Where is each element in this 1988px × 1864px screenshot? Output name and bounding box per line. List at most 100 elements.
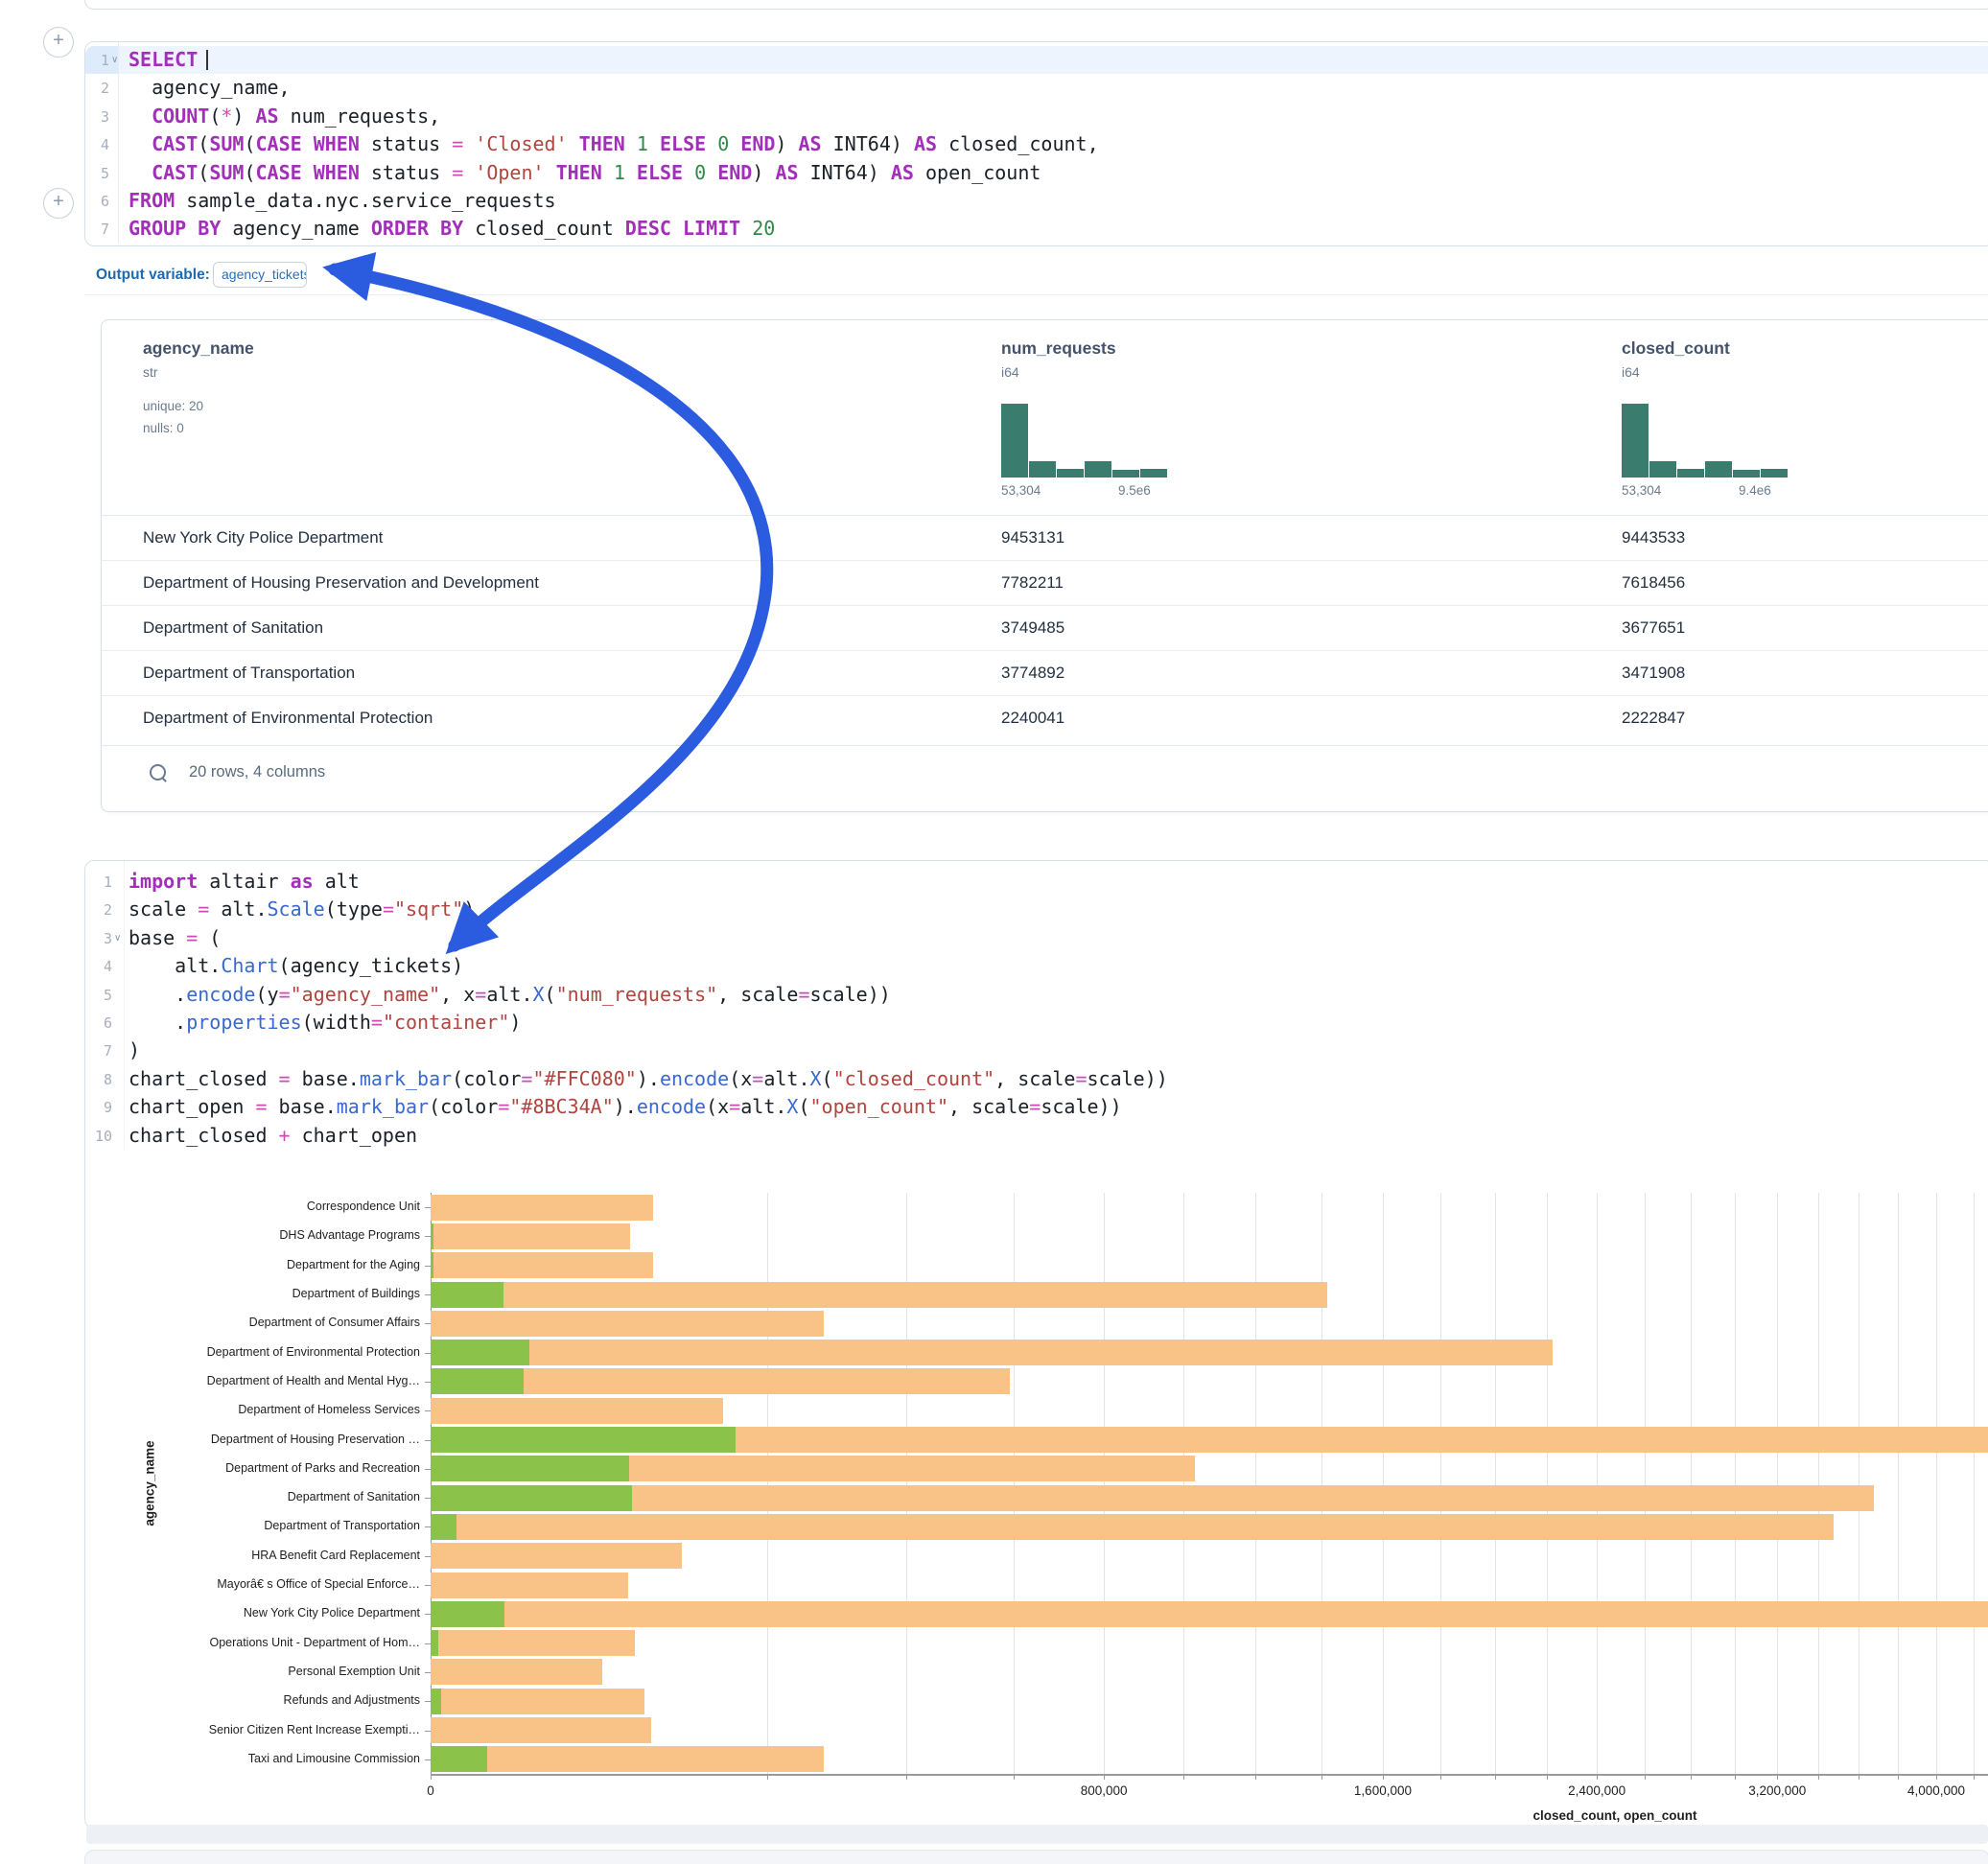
line-number: 6 (87, 1014, 112, 1032)
gridline (906, 1193, 907, 1774)
bar-open-count (431, 1427, 736, 1453)
cell-value: 3677651 (1622, 618, 1685, 638)
gridline (1974, 1193, 1975, 1774)
gridline (1597, 1193, 1598, 1774)
cell-separator (84, 294, 1988, 295)
category-label: Department of Housing Preservation … (162, 1433, 420, 1446)
gridline (1818, 1193, 1819, 1774)
cell-value: 3749485 (1001, 618, 1064, 638)
x-axis-line (431, 1774, 1988, 1776)
y-tick (425, 1526, 431, 1527)
bar-closed-count (431, 1252, 653, 1278)
row-separator (102, 695, 1988, 696)
line-number: 7 (87, 1042, 112, 1060)
bar-closed-count (431, 1282, 1327, 1308)
gridline (1495, 1193, 1496, 1774)
category-label: Department of Parks and Recreation (162, 1461, 420, 1475)
collapsed-cell-band[interactable] (86, 1825, 1988, 1844)
code-line: alt.Chart(agency_tickets) (129, 952, 463, 980)
cell-value: 3471908 (1622, 664, 1685, 683)
histogram-bar (1029, 461, 1056, 478)
category-label: Department of Sanitation (162, 1490, 420, 1503)
column-header-num_requests[interactable]: num_requests (1001, 338, 1116, 359)
gridline (767, 1193, 768, 1774)
bar-closed-count (431, 1689, 644, 1714)
python-cell[interactable]: 1import altair as alt2scale = alt.Scale(… (84, 860, 1988, 1829)
column-histogram (1001, 404, 1174, 478)
line-number: 7 (84, 221, 109, 238)
cell-agency-name: Department of Transportation (143, 664, 355, 683)
row-separator (102, 560, 1988, 561)
histogram-max-label: 9.4e6 (1739, 483, 1771, 498)
category-label: DHS Advantage Programs (162, 1228, 420, 1242)
add-cell-button-middle[interactable]: + (43, 188, 74, 219)
bar-closed-count (431, 1223, 630, 1249)
y-tick (425, 1498, 431, 1499)
bar-open-count (431, 1746, 487, 1772)
bar-open-count (431, 1630, 438, 1656)
bar-closed-count (431, 1398, 723, 1424)
add-cell-button-top[interactable]: + (43, 27, 74, 58)
gridline (1183, 1193, 1184, 1774)
chevron-down-icon[interactable]: ∨ (114, 933, 121, 944)
gridline (1898, 1193, 1899, 1774)
line-number: 5 (84, 165, 109, 182)
active-line-highlight (118, 46, 1988, 74)
y-tick (425, 1353, 431, 1354)
column-header-closed_count[interactable]: closed_count (1622, 338, 1730, 359)
category-label: Department of Consumer Affairs (162, 1316, 420, 1329)
previous-cell-edge (84, 0, 1988, 10)
gridline (1440, 1193, 1441, 1774)
y-axis-line (431, 1193, 432, 1774)
y-tick (425, 1672, 431, 1673)
category-label: Department of Buildings (162, 1287, 420, 1300)
bar-closed-count (431, 1514, 1834, 1540)
chevron-down-icon[interactable]: ∨ (111, 55, 118, 65)
cell-agency-name: New York City Police Department (143, 528, 383, 548)
category-label: Personal Exemption Unit (162, 1665, 420, 1678)
column-header-agency_name[interactable]: agency_name (143, 338, 254, 359)
code-line: agency_name, (129, 74, 291, 102)
line-number: 8 (87, 1071, 112, 1088)
bar-open-count (431, 1514, 456, 1540)
bar-open-count (431, 1340, 529, 1365)
y-tick (425, 1382, 431, 1383)
output-variable-pill[interactable]: agency_tickets (213, 262, 307, 288)
search-icon[interactable] (150, 764, 166, 781)
code-line: scale = alt.Scale(type="sqrt") (129, 896, 475, 923)
bar-closed-count (431, 1573, 628, 1598)
code-line: COUNT(*) AS num_requests, (129, 103, 440, 130)
bar-open-count (431, 1456, 629, 1481)
category-label: Department for the Aging (162, 1258, 420, 1271)
line-number: 2 (87, 901, 112, 919)
line-number: 4 (87, 958, 112, 975)
line-number: 6 (84, 193, 109, 210)
y-tick (425, 1323, 431, 1324)
histogram-bar (1085, 461, 1111, 478)
category-label: Correspondence Unit (162, 1200, 420, 1213)
code-line: CAST(SUM(CASE WHEN status = 'Open' THEN … (129, 159, 1041, 187)
cell-value: 9453131 (1001, 528, 1064, 548)
cell-agency-name: Department of Sanitation (143, 618, 323, 638)
bar-closed-count (431, 1746, 824, 1772)
gridline (1321, 1193, 1322, 1774)
gutter-separator (118, 42, 119, 243)
x-tick-label: 0 (427, 1783, 434, 1798)
bar-open-count (431, 1689, 441, 1714)
bar-closed-count (431, 1485, 1874, 1511)
gridline (1104, 1193, 1105, 1774)
column-type: i64 (1622, 364, 1640, 380)
sql-cell[interactable]: 1∨SELECT2 agency_name,3 COUNT(*) AS num_… (84, 41, 1988, 246)
line-number: 1 (87, 874, 112, 891)
column-histogram (1622, 404, 1794, 478)
line-number: 5 (87, 987, 112, 1004)
next-cell-edge[interactable] (84, 1850, 1988, 1864)
cell-value: 2222847 (1622, 709, 1685, 728)
table-row-count: 20 rows, 4 columns (189, 763, 325, 781)
y-tick (425, 1643, 431, 1644)
gridline (1936, 1193, 1937, 1774)
y-tick (425, 1585, 431, 1586)
bar-closed-count (431, 1340, 1553, 1365)
cell-value: 7618456 (1622, 573, 1685, 593)
header-divider (102, 515, 1988, 516)
